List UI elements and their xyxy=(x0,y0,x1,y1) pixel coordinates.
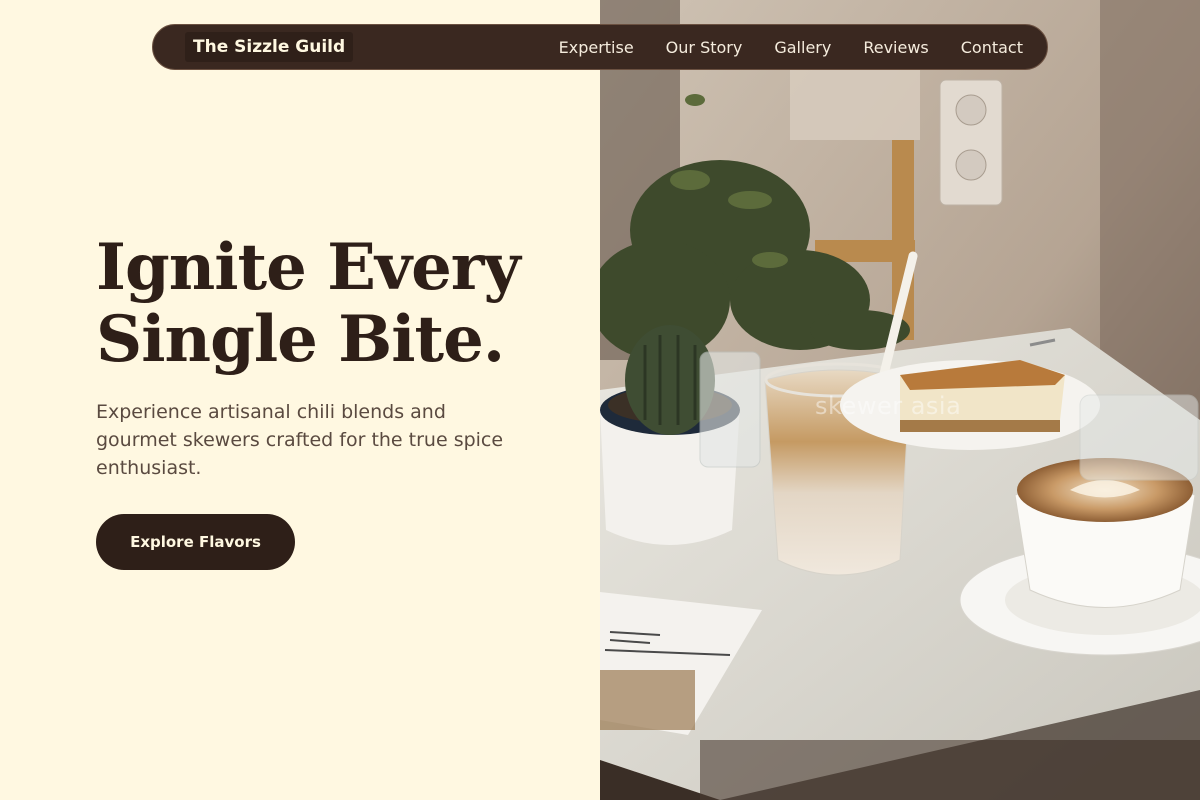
hero-subtitle: Experience artisanal chili blends and go… xyxy=(96,401,504,479)
nav-link-our-story[interactable]: Our Story xyxy=(666,38,743,57)
nav-link-expertise[interactable]: Expertise xyxy=(559,38,634,57)
image-watermark: skewer asia xyxy=(815,392,962,420)
nav-links: Expertise Our Story Gallery Reviews Cont… xyxy=(559,38,1023,57)
explore-flavors-button[interactable]: Explore Flavors xyxy=(96,514,295,570)
nav-link-gallery[interactable]: Gallery xyxy=(774,38,831,57)
hero-title: Ignite Every Single Bite. xyxy=(96,230,521,377)
top-navbar: The Sizzle Guild Expertise Our Story Gal… xyxy=(152,24,1048,70)
nav-link-contact[interactable]: Contact xyxy=(961,38,1023,57)
brand-logo[interactable]: The Sizzle Guild xyxy=(185,32,354,62)
nav-link-reviews[interactable]: Reviews xyxy=(863,38,928,57)
